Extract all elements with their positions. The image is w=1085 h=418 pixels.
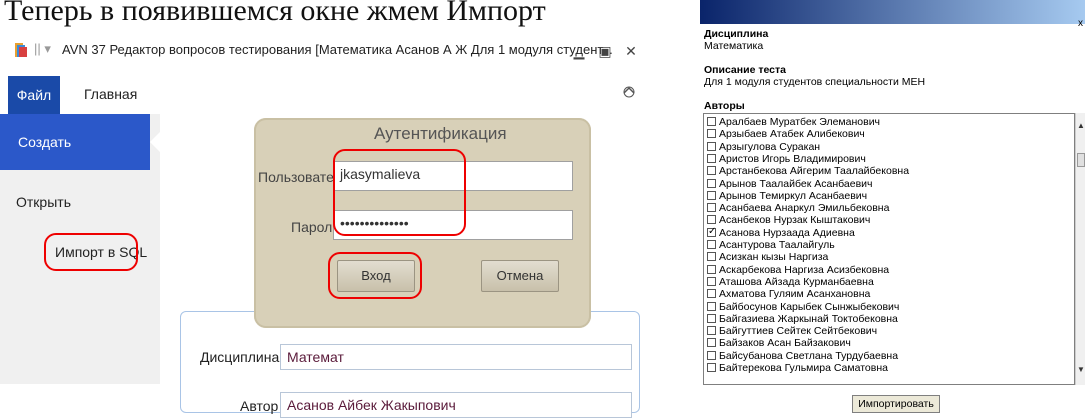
author-list-item[interactable]: Байбосунов Карыбек Сынжыбекович <box>707 301 899 313</box>
discipline-input[interactable]: Математ <box>280 344 632 370</box>
author-list-item[interactable]: Арзыгулова Суракан <box>707 141 820 153</box>
highlight-credentials <box>333 149 466 236</box>
author-list-item[interactable]: Арзыбаев Атабек Алибекович <box>707 128 865 140</box>
authors-checklist[interactable]: Аралбаев Муратбек Элеманович Арзыбаев Ата… <box>703 113 1075 385</box>
minimize-button[interactable]: ▁ <box>568 42 590 60</box>
cancel-button[interactable]: Отмена <box>481 260 559 292</box>
close-icon[interactable]: x <box>1078 18 1083 29</box>
scroll-up-icon[interactable]: ▲ <box>1076 121 1085 130</box>
author-checkbox[interactable] <box>707 338 716 348</box>
ribbon-collapse-icon[interactable] <box>622 84 636 98</box>
author-checkbox[interactable] <box>707 141 716 151</box>
nav-create[interactable]: Создать <box>0 114 150 170</box>
author-list-item[interactable]: Байзаков Асан Байзакович <box>707 337 851 349</box>
author-name: Байгазиева Жаркынай Токтобековна <box>719 312 898 325</box>
author-checkbox[interactable] <box>707 252 716 262</box>
author-checkbox[interactable] <box>707 363 716 372</box>
author-input[interactable]: Асанов Айбек Жакыпович <box>280 392 632 418</box>
author-list-item[interactable]: Аташова Айзада Курманбаевна <box>707 276 874 288</box>
author-list-item[interactable]: Асанбеков Нурзак Кыштакович <box>707 214 870 226</box>
panel-desc-label: Описание теста <box>704 64 786 76</box>
author-name: Асанова Нурзаада Адиевна <box>719 226 855 239</box>
caption-text: Теперь в появившемся окне жмем Импорт <box>4 0 546 27</box>
quick-access-toolbar[interactable]: || ▾ <box>34 41 51 57</box>
author-label: Автор <box>240 398 279 414</box>
author-name: Аристов Игорь Владимирович <box>719 152 866 165</box>
nav-open[interactable]: Открыть <box>16 194 71 210</box>
author-checkbox[interactable] <box>707 289 716 299</box>
author-checkbox[interactable] <box>707 326 716 336</box>
scroll-down-icon[interactable]: ▼ <box>1076 365 1085 374</box>
author-checkbox[interactable] <box>707 240 716 249</box>
author-name: Асанбаева Анаркул Эмильбековна <box>719 202 890 215</box>
author-list-item[interactable]: Ахматова Гуляим Асанхановна <box>707 288 870 300</box>
author-list-item[interactable]: Байсубанова Светлана Турдубаевна <box>707 350 898 362</box>
window-title: AVN 37 Редактор вопросов тестирования [М… <box>62 42 613 57</box>
author-list-item[interactable]: Аскарбекова Наргиза Асизбековна <box>707 264 889 276</box>
highlight-import <box>44 233 138 271</box>
author-list-item[interactable]: Асизкан кызы Наргиза <box>707 251 828 263</box>
highlight-login <box>328 252 422 299</box>
author-checkbox[interactable] <box>707 276 716 286</box>
author-checkbox[interactable] <box>707 215 716 225</box>
author-name: Асизкан кызы Наргиза <box>719 251 829 264</box>
author-list-item[interactable]: Арынов Таалайбек Асанбаевич <box>707 178 872 190</box>
panel-desc-value: Для 1 модуля студентов специальности МЕН <box>704 76 926 88</box>
author-list-item[interactable]: Асанова Нурзаада Адиевна <box>707 226 855 239</box>
author-name: Ахматова Гуляим Асанхановна <box>719 288 871 301</box>
auth-dialog-title: Аутентификация <box>374 124 507 143</box>
author-name: Байтерекова Гульмира Саматовна <box>719 362 888 374</box>
import-panel-header <box>700 0 1085 24</box>
author-list-item[interactable]: Байтерекова Гульмира Саматовна <box>707 362 888 374</box>
author-checkbox[interactable] <box>707 190 716 200</box>
author-checkbox[interactable] <box>707 226 716 238</box>
author-checkbox[interactable] <box>707 203 716 213</box>
import-button[interactable]: Импортировать <box>852 395 940 413</box>
discipline-label: Дисциплина <box>200 349 280 365</box>
author-checkbox[interactable] <box>707 178 716 188</box>
author-checkbox[interactable] <box>707 153 716 163</box>
author-list-item[interactable]: Асантурова Таалайгуль <box>707 239 835 251</box>
author-checkbox[interactable] <box>707 350 716 360</box>
author-name: Байгуттиев Сейтек Сейтбекович <box>719 325 878 338</box>
author-name: Аскарбекова Наргиза Асизбековна <box>719 263 890 276</box>
close-button[interactable]: ✕ <box>620 42 642 60</box>
scroll-thumb[interactable] <box>1077 153 1085 167</box>
author-list-item[interactable]: Байгуттиев Сейтек Сейтбекович <box>707 325 877 337</box>
author-name: Арзыбаев Атабек Алибекович <box>719 128 865 141</box>
author-list-item[interactable]: Арынов Темиркул Асанбаевич <box>707 190 867 202</box>
authors-scrollbar[interactable]: ▲ ▼ <box>1075 113 1085 385</box>
tab-file[interactable]: Файл <box>8 76 60 114</box>
author-name: Байбосунов Карыбек Сынжыбекович <box>719 300 900 313</box>
author-checkbox[interactable] <box>707 166 716 176</box>
author-name: Арзыгулова Суракан <box>719 140 821 153</box>
author-name: Байсубанова Светлана Турдубаевна <box>719 349 899 362</box>
author-name: Асанбеков Нурзак Кыштакович <box>719 214 871 227</box>
author-list-item[interactable]: Аралбаев Муратбек Элеманович <box>707 116 880 128</box>
maximize-button[interactable]: ▣ <box>594 42 616 60</box>
panel-discipline-label: Дисциплина <box>704 28 769 40</box>
selected-arrow <box>150 132 160 152</box>
panel-discipline-value: Математика <box>704 40 764 52</box>
author-checkbox[interactable] <box>707 264 716 274</box>
app-icon <box>15 43 27 57</box>
panel-authors-label: Авторы <box>704 100 745 112</box>
author-list-item[interactable]: Байгазиева Жаркынай Токтобековна <box>707 313 898 325</box>
author-checkbox[interactable] <box>707 129 716 139</box>
author-list-item[interactable]: Аристов Игорь Владимирович <box>707 153 866 165</box>
author-checkbox[interactable] <box>707 301 716 311</box>
author-name: Арстанбекова Айгерим Таалайбековна <box>719 165 910 178</box>
author-list-item[interactable]: Арстанбекова Айгерим Таалайбековна <box>707 165 909 177</box>
author-name: Арынов Таалайбек Асанбаевич <box>719 177 873 190</box>
author-name: Байзаков Асан Байзакович <box>719 337 851 350</box>
author-name: Арынов Темиркул Асанбаевич <box>719 189 868 202</box>
author-name: Аралбаев Муратбек Элеманович <box>719 116 881 128</box>
author-checkbox[interactable] <box>707 313 716 323</box>
tab-home[interactable]: Главная <box>84 86 137 102</box>
author-list-item[interactable]: Асанбаева Анаркул Эмильбековна <box>707 202 889 214</box>
author-name: Аташова Айзада Курманбаевна <box>719 275 874 288</box>
author-checkbox[interactable] <box>707 117 716 126</box>
author-name: Асантурова Таалайгуль <box>719 239 835 251</box>
